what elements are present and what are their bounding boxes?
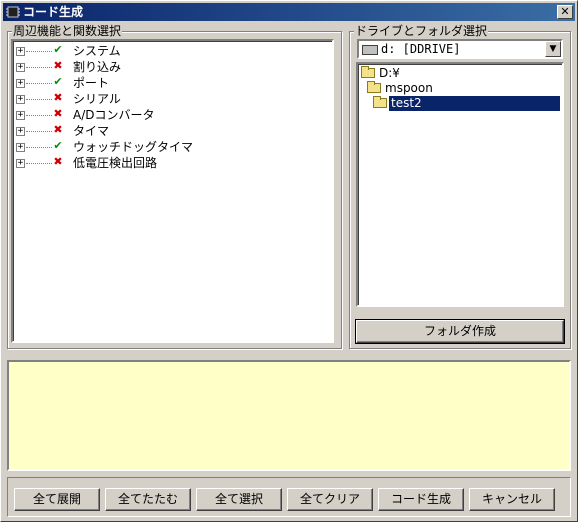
drive-icon: [362, 45, 378, 55]
cross-icon: ✖: [53, 59, 63, 72]
check-icon: ✔: [53, 43, 63, 56]
tree-item-serial[interactable]: + ✖ シリアル: [16, 91, 316, 107]
expand-all-button[interactable]: 全て展開: [14, 488, 100, 511]
chip-icon: [6, 6, 20, 18]
button-panel: 全て展開 全てたたむ 全て選択 全てクリア コード生成 キャンセル: [7, 477, 571, 517]
expand-icon[interactable]: +: [16, 47, 25, 56]
tree-connector: [26, 51, 52, 52]
folder-label: test2: [389, 96, 560, 111]
tree-item-label[interactable]: シリアル: [73, 91, 121, 107]
cross-icon: ✖: [53, 123, 63, 136]
tree-item-timer[interactable]: + ✖ タイマ: [16, 123, 316, 139]
tree-connector: [26, 67, 52, 68]
chevron-down-icon: ▼: [549, 44, 557, 54]
tree-item-interrupt[interactable]: + ✖ 割り込み: [16, 59, 316, 75]
peripheral-tree[interactable]: + ✔ システム + ✖ 割り込み + ✔ ポート + ✖ シリアル + ✖ A…: [11, 39, 334, 343]
collapse-all-button[interactable]: 全てたたむ: [105, 488, 191, 511]
open-folder-icon: [373, 96, 387, 108]
tree-item-label[interactable]: ポート: [73, 75, 109, 91]
drive-folder-group-legend: ドライブとフォルダ選択: [354, 24, 489, 38]
folder-label: D:¥: [379, 66, 400, 80]
tree-connector: [26, 83, 52, 84]
title-bar[interactable]: コード生成 ✕: [3, 3, 575, 21]
cross-icon: ✖: [53, 107, 63, 120]
cross-icon: ✖: [53, 155, 63, 168]
check-icon: ✔: [53, 75, 63, 88]
expand-icon[interactable]: +: [16, 127, 25, 136]
tree-connector: [26, 163, 52, 164]
select-all-button[interactable]: 全て選択: [196, 488, 282, 511]
close-icon: ✕: [560, 5, 570, 18]
folder-tree[interactable]: D:¥ mspoon test2: [356, 62, 564, 307]
tree-item-label[interactable]: 低電圧検出回路: [73, 155, 157, 171]
tree-item-label[interactable]: システム: [73, 43, 121, 59]
tree-item-label[interactable]: タイマ: [73, 123, 109, 139]
folder-label: mspoon: [385, 81, 433, 95]
make-folder-button[interactable]: フォルダ作成: [355, 319, 565, 344]
generate-code-button[interactable]: コード生成: [378, 488, 464, 511]
close-button[interactable]: ✕: [557, 5, 573, 19]
tree-item-system[interactable]: + ✔ システム: [16, 43, 316, 59]
expand-icon[interactable]: +: [16, 79, 25, 88]
expand-icon[interactable]: +: [16, 143, 25, 152]
expand-icon[interactable]: +: [16, 111, 25, 120]
tree-item-label[interactable]: A/Dコンバータ: [73, 107, 155, 123]
tree-item-ad-converter[interactable]: + ✖ A/Dコンバータ: [16, 107, 316, 123]
cross-icon: ✖: [53, 91, 63, 104]
drive-select[interactable]: d: [DDRIVE] ▼: [357, 39, 563, 59]
tree-connector: [26, 99, 52, 100]
dropdown-button[interactable]: ▼: [545, 41, 561, 57]
expand-icon[interactable]: +: [16, 95, 25, 104]
tree-item-label[interactable]: 割り込み: [73, 59, 121, 75]
message-area: [7, 360, 571, 471]
tree-item-label[interactable]: ウォッチドッグタイマ: [73, 139, 193, 155]
clear-all-button[interactable]: 全てクリア: [287, 488, 373, 511]
check-icon: ✔: [53, 139, 63, 152]
tree-item-low-voltage-detect[interactable]: + ✖ 低電圧検出回路: [16, 155, 316, 171]
tree-item-port[interactable]: + ✔ ポート: [16, 75, 316, 91]
cancel-button[interactable]: キャンセル: [469, 488, 555, 511]
tree-connector: [26, 131, 52, 132]
open-folder-icon: [361, 66, 375, 78]
tree-item-watchdog-timer[interactable]: + ✔ ウォッチドッグタイマ: [16, 139, 316, 155]
drive-select-value: d: [DDRIVE]: [381, 42, 461, 56]
tree-connector: [26, 115, 52, 116]
open-folder-icon: [367, 81, 381, 93]
tree-connector: [26, 147, 52, 148]
expand-icon[interactable]: +: [16, 159, 25, 168]
folder-item-test2[interactable]: test2: [373, 96, 560, 111]
peripheral-group-legend: 周辺機能と関数選択: [12, 24, 123, 38]
code-generation-dialog: コード生成 ✕ 周辺機能と関数選択 + ✔ システム + ✖ 割り込み + ✔ …: [0, 0, 578, 522]
expand-icon[interactable]: +: [16, 63, 25, 72]
window-title: コード生成: [23, 5, 84, 19]
